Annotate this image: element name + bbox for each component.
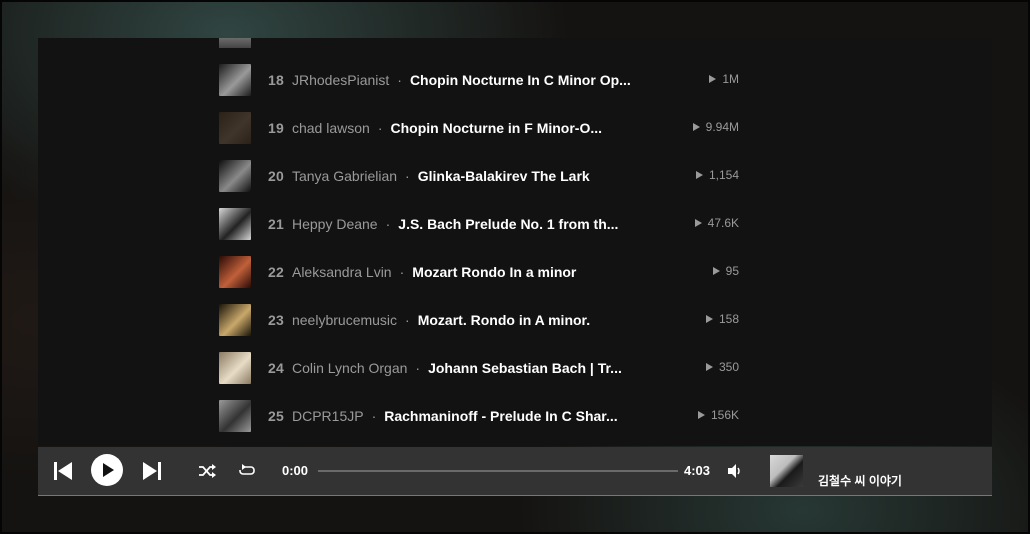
play-count: 9.94M — [692, 120, 739, 134]
track-number: 18 — [268, 72, 284, 88]
repeat-button[interactable] — [238, 463, 256, 484]
play-count-icon — [709, 75, 717, 83]
track-title[interactable]: Mozart Rondo In a minor — [412, 264, 576, 280]
play-count-icon — [705, 363, 713, 371]
separator-dot: · — [397, 72, 402, 88]
shuffle-icon — [199, 464, 216, 478]
track-thumbnail[interactable] — [219, 304, 251, 336]
track-number: 20 — [268, 168, 284, 184]
track-row[interactable]: 19 chad lawson · Chopin Nocturne in F Minor… — [219, 112, 739, 144]
track-number: 24 — [268, 360, 284, 376]
play-count-value: 158 — [718, 312, 739, 326]
track-artist[interactable]: Tanya Gabrielian — [292, 168, 397, 184]
track-list-panel: 18 JRhodesPianist · Chopin Nocturne In C Mi… — [38, 38, 992, 446]
play-count: 350 — [705, 360, 739, 374]
current-time: 0:00 — [282, 463, 309, 478]
separator-dot: · — [405, 168, 410, 184]
progress-bar[interactable] — [318, 470, 678, 472]
track-artist[interactable]: JRhodesPianist — [292, 72, 389, 88]
play-button[interactable] — [91, 454, 123, 491]
track-thumbnail[interactable] — [219, 256, 251, 288]
repeat-icon — [239, 464, 255, 475]
play-count-value: 156K — [710, 408, 739, 422]
play-count-icon — [697, 411, 705, 419]
play-count-icon — [694, 219, 702, 227]
skip-previous-icon — [54, 462, 72, 480]
play-count: 158 — [705, 312, 739, 326]
track-title[interactable]: Glinka-Balakirev The Lark — [418, 168, 590, 184]
play-icon — [91, 454, 123, 486]
track-artist[interactable]: DCPR15JP — [292, 408, 364, 424]
track-row[interactable]: 21 Heppy Deane · J.S. Bach Prelude No. 1 fr… — [219, 208, 739, 240]
play-count: 1,154 — [695, 168, 739, 182]
next-button[interactable] — [143, 462, 161, 485]
track-thumbnail[interactable] — [219, 160, 251, 192]
previous-button[interactable] — [54, 462, 72, 485]
track-title[interactable]: Rachmaninoff - Prelude In C Shar... — [384, 408, 617, 424]
volume-icon — [728, 464, 740, 478]
play-count-value: 9.94M — [705, 120, 739, 134]
play-count: 1M — [709, 72, 739, 86]
track-artist[interactable]: neelybrucemusic — [292, 312, 397, 328]
play-count-value: 350 — [718, 360, 739, 374]
play-count-value: 47.6K — [707, 216, 739, 230]
separator-dot: · — [371, 408, 377, 424]
track-thumbnail[interactable] — [219, 208, 251, 240]
track-number: 23 — [268, 312, 284, 328]
track-artist[interactable]: chad lawson — [292, 120, 370, 136]
track-row[interactable]: 25 DCPR15JP · Rachmaninoff - Prelude In C S… — [219, 400, 739, 432]
track-title[interactable]: Chopin Nocturne In C Minor Op... — [410, 72, 631, 88]
track-thumbnail[interactable] — [219, 64, 251, 96]
now-playing-artwork[interactable] — [770, 455, 803, 487]
play-count-icon — [712, 267, 720, 275]
track-number: 25 — [268, 408, 284, 424]
track-row[interactable]: 20 Tanya Gabrielian · Glinka-Balakirev The … — [219, 160, 739, 192]
track-row[interactable]: 24 Colin Lynch Organ · Johann Sebastian Bac… — [219, 352, 739, 384]
play-count-icon — [705, 315, 713, 323]
track-title[interactable]: Mozart. Rondo in A minor. — [418, 312, 590, 328]
volume-button[interactable] — [727, 463, 743, 484]
track-artist[interactable]: Aleksandra Lvin — [292, 264, 392, 280]
track-title[interactable]: Chopin Nocturne in F Minor-O... — [390, 120, 602, 136]
track-thumbnail[interactable] — [219, 400, 251, 432]
play-count: 47.6K — [694, 216, 739, 230]
play-count-icon — [695, 171, 703, 179]
play-count: 95 — [712, 264, 739, 278]
play-count-icon — [692, 123, 700, 131]
track-title[interactable]: Johann Sebastian Bach | Tr... — [428, 360, 622, 376]
track-thumbnail[interactable] — [219, 112, 251, 144]
track-row[interactable]: 23 neelybrucemusic · Mozart. Rondo in A min… — [219, 304, 739, 336]
play-count: 156K — [697, 408, 739, 422]
duration: 4:03 — [684, 463, 711, 478]
play-count-value: 95 — [725, 264, 739, 278]
track-artist[interactable]: Heppy Deane — [292, 216, 378, 232]
track-number: 21 — [268, 216, 284, 232]
separator-dot: · — [399, 264, 405, 280]
track-number: 22 — [268, 264, 284, 280]
track-row[interactable]: 22 Aleksandra Lvin · Mozart Rondo In a mino… — [219, 256, 739, 288]
track-thumbnail[interactable] — [219, 352, 251, 384]
separator-dot: · — [377, 120, 383, 136]
track-thumbnail — [219, 38, 251, 48]
player-bar: 0:00 4:03 김철수 씨 이야기 — [38, 447, 992, 496]
track-title[interactable]: J.S. Bach Prelude No. 1 from th... — [398, 216, 618, 232]
separator-dot: · — [405, 312, 410, 328]
play-count-value: 1M — [722, 72, 739, 86]
track-artist[interactable]: Colin Lynch Organ — [292, 360, 407, 376]
skip-next-icon — [143, 462, 161, 480]
shuffle-button[interactable] — [198, 463, 216, 484]
track-row[interactable]: 18 JRhodesPianist · Chopin Nocturne In C Mi… — [219, 64, 739, 96]
separator-dot: · — [385, 216, 391, 232]
now-playing-title[interactable]: 김철수 씨 이야기 — [818, 472, 902, 489]
separator-dot: · — [415, 360, 421, 376]
track-number: 19 — [268, 120, 284, 136]
play-count-value: 1,154 — [708, 168, 739, 182]
